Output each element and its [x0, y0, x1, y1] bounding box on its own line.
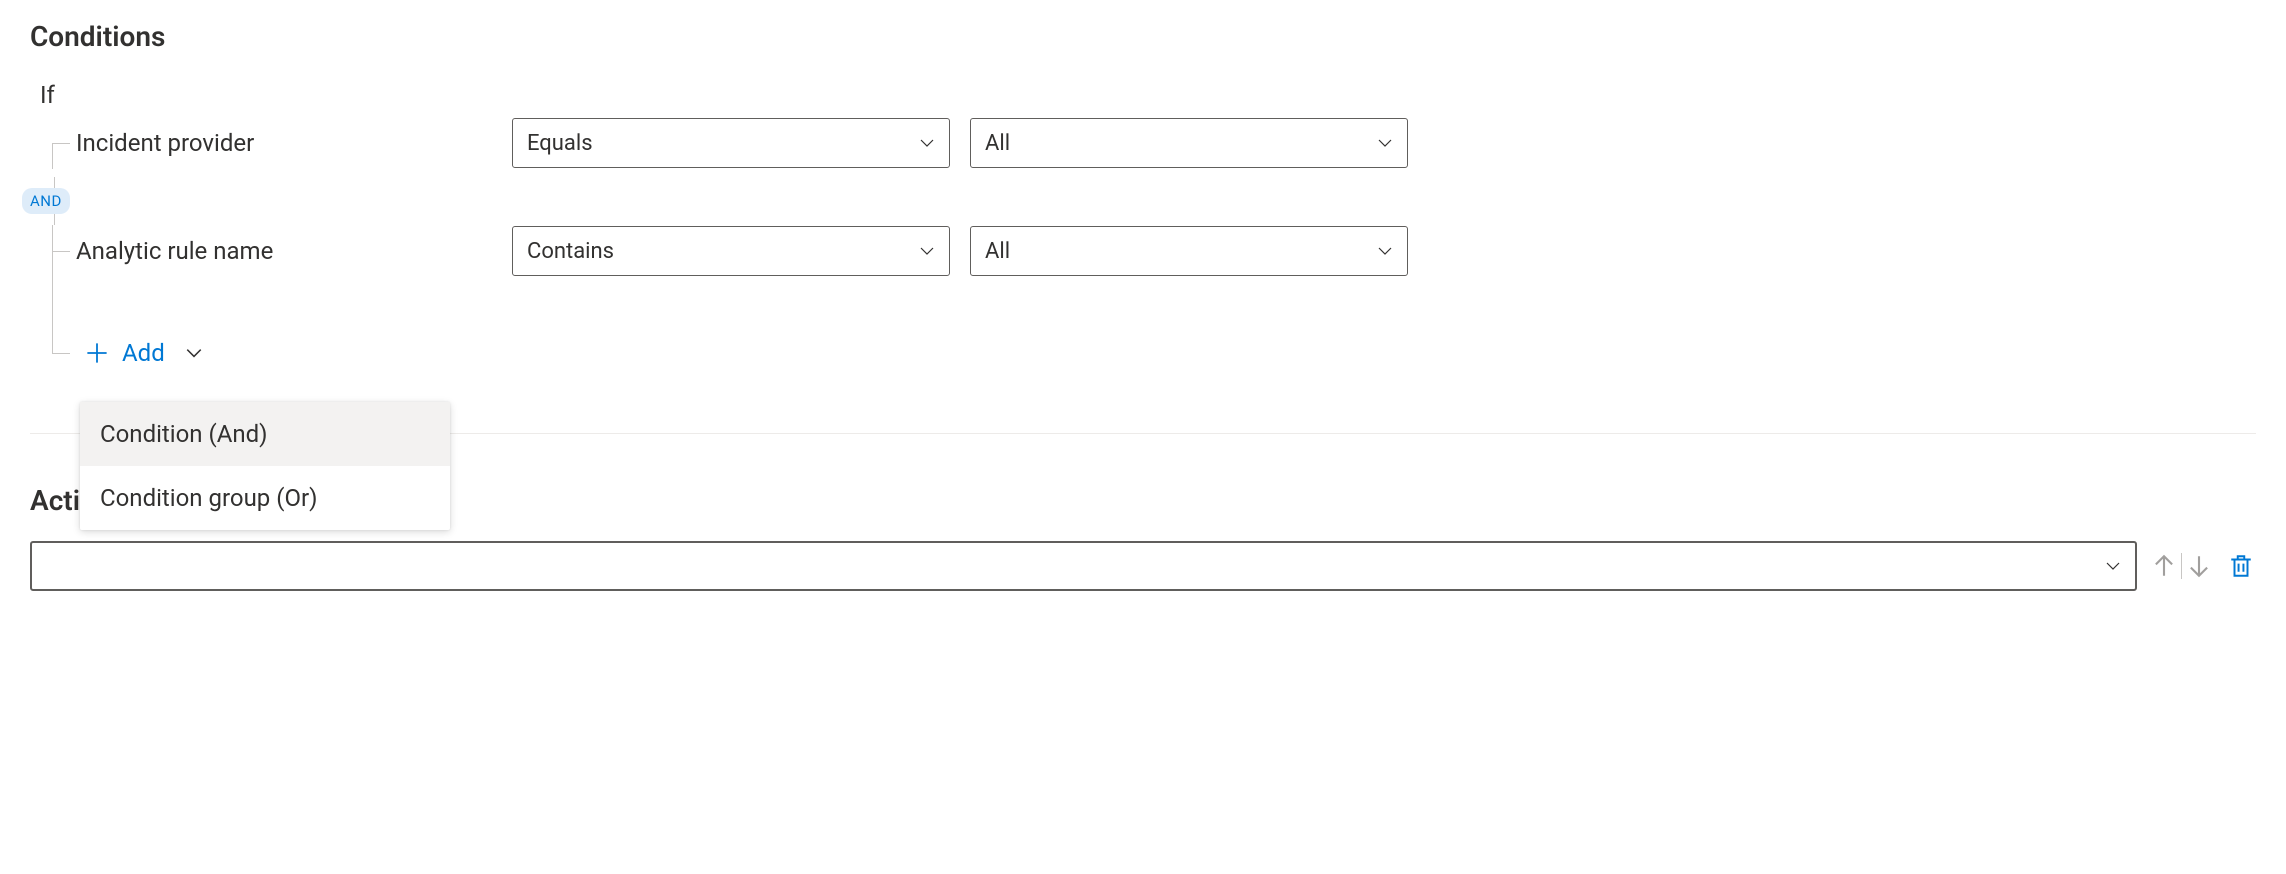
add-menu-item-condition-group-or[interactable]: Condition group (Or) [80, 466, 450, 530]
move-down-button[interactable] [2184, 551, 2214, 581]
value-text: All [985, 131, 1010, 156]
add-menu-item-condition-and[interactable]: Condition (And) [80, 402, 450, 466]
and-badge: AND [22, 188, 70, 214]
plus-icon [86, 342, 108, 364]
conditions-block: Incident provider Equals All AND Analyti… [42, 117, 2256, 373]
move-up-button[interactable] [2149, 551, 2179, 581]
operator-value: Contains [527, 239, 614, 264]
logic-operator-row: AND [22, 177, 2256, 225]
chevron-down-icon [1377, 135, 1393, 151]
tree-connector [42, 333, 72, 373]
chevron-down-icon [919, 243, 935, 259]
chevron-down-icon [919, 135, 935, 151]
divider [2181, 553, 2182, 579]
chevron-down-icon [1377, 243, 1393, 259]
value-text: All [985, 239, 1010, 264]
action-select[interactable] [30, 541, 2137, 591]
value-select[interactable]: All [970, 118, 1408, 168]
reorder-controls [2149, 551, 2214, 581]
tree-connector [42, 225, 72, 277]
add-condition-row: Add [42, 333, 2256, 373]
tree-connector [42, 117, 72, 169]
conditions-section-title: Conditions [30, 20, 2256, 53]
condition-label-analytic-rule-name: Analytic rule name [72, 237, 512, 265]
condition-row: Analytic rule name Contains All [42, 225, 2256, 277]
add-button[interactable]: Add [72, 339, 203, 367]
value-select[interactable]: All [970, 226, 1408, 276]
chevron-down-icon [2105, 558, 2121, 574]
add-label: Add [122, 339, 165, 367]
condition-row: Incident provider Equals All [42, 117, 2256, 169]
chevron-down-icon [185, 344, 203, 362]
action-row [30, 541, 2256, 591]
operator-select[interactable]: Contains [512, 226, 950, 276]
add-menu: Condition (And) Condition group (Or) [80, 402, 450, 530]
delete-button[interactable] [2226, 551, 2256, 581]
condition-label-incident-provider: Incident provider [72, 129, 512, 157]
operator-value: Equals [527, 131, 593, 156]
operator-select[interactable]: Equals [512, 118, 950, 168]
if-label: If [40, 81, 2256, 109]
